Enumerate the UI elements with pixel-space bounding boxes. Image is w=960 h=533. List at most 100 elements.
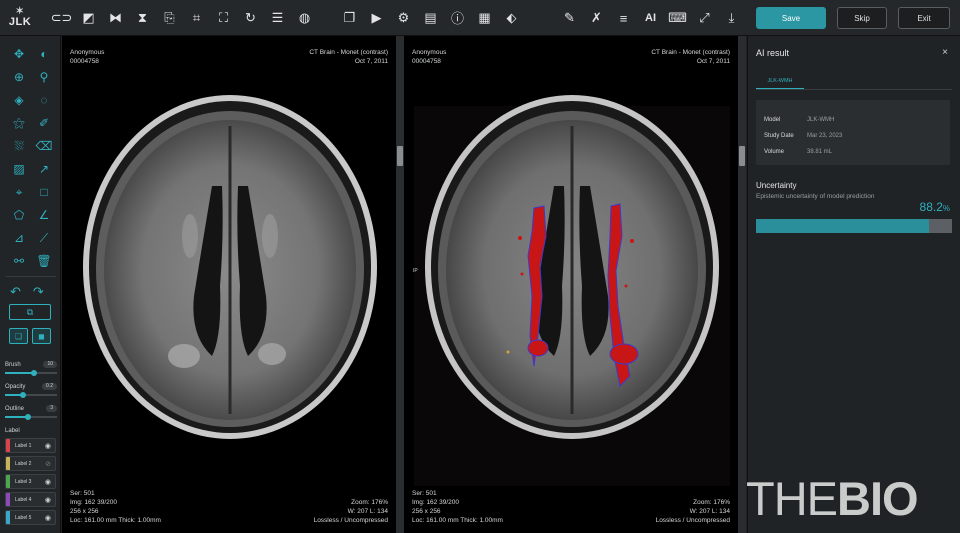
tag-icon[interactable]: ⬖: [499, 5, 525, 31]
opacity-slider[interactable]: Opacity 0.2: [5, 382, 57, 398]
palette-icon[interactable]: ◍: [292, 5, 318, 31]
scroll-thumb[interactable]: [397, 146, 403, 166]
lasso-icon[interactable]: ◌: [35, 92, 53, 108]
brush-slider-value[interactable]: 10: [43, 361, 57, 368]
adjust-icon[interactable]: ☰: [265, 5, 291, 31]
label-item[interactable]: Label 1 ◉: [5, 438, 56, 453]
keyboard-icon[interactable]: ⌨: [665, 5, 691, 31]
ruler-icon[interactable]: ⟋: [35, 230, 53, 246]
uncertainty-value: 88.2%: [920, 200, 950, 214]
list-icon[interactable]: ≡: [611, 5, 637, 31]
viewport-original-scrollbar[interactable]: [396, 36, 404, 533]
outline-slider-value[interactable]: 3: [46, 405, 57, 412]
brush-slider-track[interactable]: [5, 370, 57, 376]
link-icon[interactable]: ⊂⊃: [49, 5, 75, 31]
fullscreen-icon[interactable]: ⤢: [692, 5, 718, 31]
label-item[interactable]: Label 3 ◉: [5, 474, 56, 489]
label-name: Label 3: [15, 478, 32, 485]
arrow-icon[interactable]: ↗: [35, 161, 53, 177]
eye-icon[interactable]: ◉: [45, 496, 51, 504]
eraser-tool-icon[interactable]: ⌫: [35, 138, 53, 154]
label-item[interactable]: Label 4 ◉: [5, 492, 56, 507]
brush-slider[interactable]: Brush 10: [5, 360, 57, 376]
copy-icon[interactable]: ❐: [337, 5, 363, 31]
watermark-part2: BIO: [837, 472, 919, 525]
info-row-study-date: Study Date Mar 23, 2023: [764, 128, 942, 144]
report-icon[interactable]: ▦: [472, 5, 498, 31]
app-logo: ✶ JLK: [0, 0, 40, 36]
brush-icon[interactable]: ✎: [557, 5, 583, 31]
opacity-slider-value[interactable]: 0.2: [42, 383, 57, 390]
label-color-swatch: [6, 511, 10, 524]
eye-icon[interactable]: ◉: [45, 514, 51, 522]
window-level: W: 207 L: 134: [347, 508, 388, 515]
download-icon[interactable]: ⤓: [719, 5, 745, 31]
undo-icon[interactable]: ↶: [10, 284, 21, 300]
ai-toggle-button[interactable]: AI: [638, 5, 664, 31]
brush-slider-knob[interactable]: [30, 370, 37, 376]
fit-screen-icon[interactable]: ⛶: [211, 5, 237, 31]
exit-button[interactable]: Exit: [898, 7, 950, 29]
study-date: Oct 7, 2011: [354, 58, 388, 65]
tab-underline: [756, 89, 952, 90]
outline-slider-knob[interactable]: [25, 414, 32, 420]
uncertainty-bar-fill: [756, 219, 929, 233]
magnify-icon[interactable]: ⚲: [35, 69, 53, 85]
flip-horizontal-icon[interactable]: ⧓: [103, 5, 129, 31]
info-icon[interactable]: ⓘ: [445, 5, 471, 31]
brush-tool-icon[interactable]: ✐: [35, 115, 53, 131]
label-color-swatch: [6, 493, 10, 506]
tool-panel: ✥ ◐ ⊕ ⚲ ◈ ◌ ⚝ ✐ ⛆ ⌫ ▨ ↗ ⌖ □ ⬠ ∠ ⊿ ⟋ ⚯ 🗑 …: [0, 36, 61, 533]
info-key: Volume: [764, 149, 785, 155]
layer-a-button[interactable]: ❏: [9, 328, 28, 344]
redo-icon[interactable]: ↷: [33, 284, 44, 300]
image-number: Img: 162 39/200: [412, 499, 459, 506]
viewport-original[interactable]: Anonymous 00004758 CT Brain - Monet (con…: [62, 36, 396, 533]
layers-icon[interactable]: ◈: [10, 92, 28, 108]
angle-icon[interactable]: ∠: [35, 207, 53, 223]
label-item[interactable]: Label 5 ◉: [5, 510, 56, 525]
eye-icon[interactable]: ◉: [45, 478, 51, 486]
opacity-slider-track[interactable]: [5, 392, 57, 398]
fill-icon[interactable]: ⛆: [10, 138, 28, 154]
outline-slider-track[interactable]: [5, 414, 57, 420]
logo-text: JLK: [8, 15, 32, 28]
display-info: Zoom: 176% W: 207 L: 134 Lossless / Unco…: [656, 498, 730, 525]
flip-vertical-icon[interactable]: ⧗: [130, 5, 156, 31]
reset-icon[interactable]: ↻: [238, 5, 264, 31]
rectangle-icon[interactable]: □: [35, 184, 53, 200]
eye-off-icon[interactable]: ⊘: [45, 460, 51, 468]
viewport-ai-overlay[interactable]: Anonymous 00004758 CT Brain - Monet (con…: [404, 36, 738, 533]
roi-square-icon[interactable]: ▨: [10, 161, 28, 177]
crosshair-icon[interactable]: ⌖: [10, 184, 28, 200]
layer-b-button[interactable]: ◼: [32, 328, 51, 344]
settings-icon[interactable]: ⚙: [391, 5, 417, 31]
save-button[interactable]: Save: [756, 7, 826, 29]
play-icon[interactable]: ▶: [364, 5, 390, 31]
cobb-angle-icon[interactable]: ⊿: [10, 230, 28, 246]
contrast-icon[interactable]: ◩: [76, 5, 102, 31]
probe-icon[interactable]: ⚯: [10, 253, 28, 269]
label-item[interactable]: Label 2 ⊘: [5, 456, 56, 471]
tab-jlk-wmh[interactable]: JLK-WMH: [756, 73, 804, 90]
eye-icon[interactable]: ◉: [45, 442, 51, 450]
skip-button[interactable]: Skip: [837, 7, 887, 29]
opacity-slider-knob[interactable]: [20, 392, 27, 398]
eraser-icon[interactable]: ✗: [584, 5, 610, 31]
series-icon[interactable]: ▤: [418, 5, 444, 31]
crop-icon[interactable]: ⌗: [184, 5, 210, 31]
magic-wand-icon[interactable]: ⚝: [10, 115, 28, 131]
viewport-ai-scrollbar[interactable]: [738, 36, 746, 533]
scroll-thumb[interactable]: [739, 146, 745, 166]
display-info: Zoom: 176% W: 207 L: 134 Lossless / Unco…: [314, 498, 388, 525]
copy-layer-button[interactable]: ⧉: [9, 304, 51, 320]
rotate-icon[interactable]: ⎘: [157, 5, 183, 31]
contrast-tool-icon[interactable]: ◐: [35, 46, 53, 62]
info-row-volume: Volume 38.81 mL: [764, 144, 942, 160]
pan-icon[interactable]: ✥: [10, 46, 28, 62]
close-icon[interactable]: ×: [942, 47, 948, 58]
delete-icon[interactable]: 🗑: [35, 253, 53, 269]
polygon-icon[interactable]: ⬠: [10, 207, 28, 223]
zoom-in-icon[interactable]: ⊕: [10, 69, 28, 85]
outline-slider[interactable]: Outline 3: [5, 404, 57, 420]
